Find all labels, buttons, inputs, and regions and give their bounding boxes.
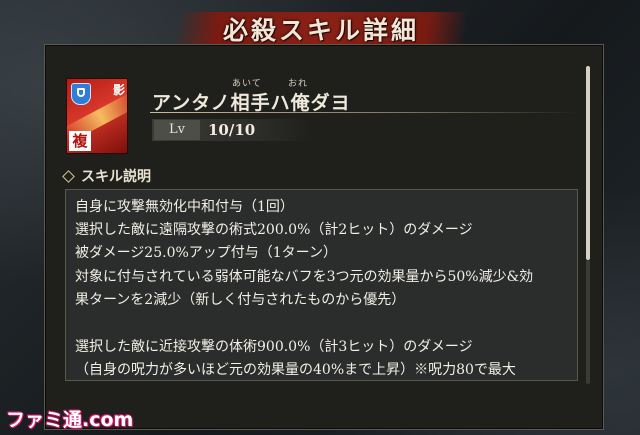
icon-corner-mark: 影 [112,83,125,97]
diamond-icon [62,170,75,183]
description-line: 果ターンを2減少（新しく付与されたものから優先） [75,292,406,308]
description-line: 選択した敵に近接攻撃の体術900.0%（計3ヒット）のダメージ [75,339,473,355]
name-underline [150,112,580,113]
level-label: Lv [154,120,200,140]
description-line: 自身に攻撃無効化中和付与（1回） [75,199,294,215]
description-line: （自身の呪力が多いほど元の効果量の40%まで上昇）※呪力80で最大 [75,362,516,378]
description-line: 対象に付与されている弱体可能なバフを3つ元の効果量から50%減少&効 [75,269,534,285]
shield-icon [71,83,91,105]
skill-name: アンタノ相手ハ俺ダヨ [152,92,351,114]
description-line: 選択した敵に遠隔攻撃の術式200.0%（計2ヒット）のダメージ [75,222,473,238]
scrollbar-thumb[interactable] [586,66,590,260]
multi-badge: 複 [69,131,91,151]
description-line: 被ダメージ25.0%アップ付与（1ターン） [75,245,337,261]
watermark-logo: ファミ通.com [6,409,134,431]
section-label: スキル説明 [81,169,151,185]
skill-slash-icon: 影 複 [66,78,128,154]
level-value: 10/10 [208,121,256,139]
section-header: スキル説明 [62,166,151,186]
scrollbar-track[interactable] [586,260,590,384]
